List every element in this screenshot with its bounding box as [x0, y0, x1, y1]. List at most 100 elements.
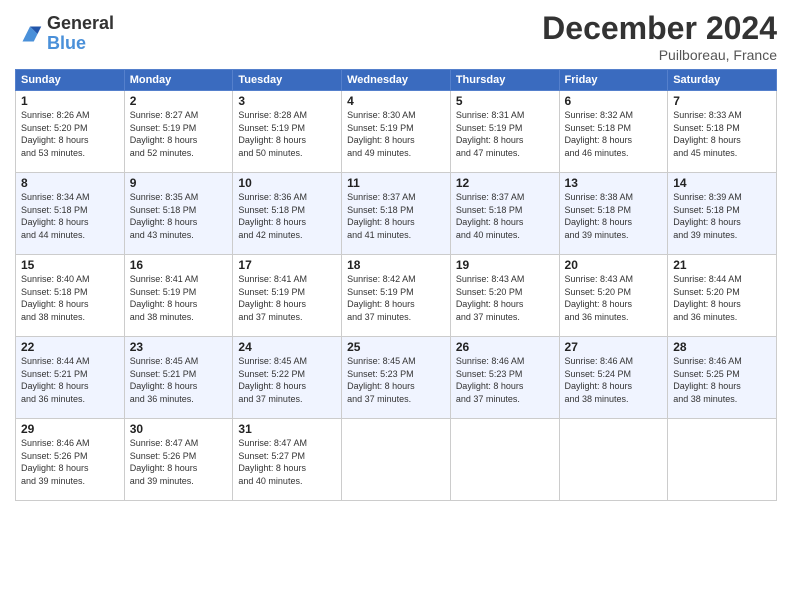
logo-line2: Blue: [47, 33, 86, 53]
calendar-day-cell: 23Sunrise: 8:45 AM Sunset: 5:21 PM Dayli…: [124, 337, 233, 419]
day-number: 3: [238, 94, 336, 108]
day-number: 18: [347, 258, 445, 272]
calendar-day-cell: 17Sunrise: 8:41 AM Sunset: 5:19 PM Dayli…: [233, 255, 342, 337]
day-number: 8: [21, 176, 119, 190]
day-number: 1: [21, 94, 119, 108]
calendar-day-cell: 24Sunrise: 8:45 AM Sunset: 5:22 PM Dayli…: [233, 337, 342, 419]
day-number: 7: [673, 94, 771, 108]
day-number: 20: [565, 258, 663, 272]
day-info: Sunrise: 8:46 AM Sunset: 5:25 PM Dayligh…: [673, 355, 771, 405]
calendar-day-cell: [342, 419, 451, 501]
calendar-day-cell: 20Sunrise: 8:43 AM Sunset: 5:20 PM Dayli…: [559, 255, 668, 337]
calendar-day-cell: 18Sunrise: 8:42 AM Sunset: 5:19 PM Dayli…: [342, 255, 451, 337]
day-number: 28: [673, 340, 771, 354]
day-info: Sunrise: 8:47 AM Sunset: 5:27 PM Dayligh…: [238, 437, 336, 487]
calendar-day-cell: 26Sunrise: 8:46 AM Sunset: 5:23 PM Dayli…: [450, 337, 559, 419]
day-number: 29: [21, 422, 119, 436]
day-info: Sunrise: 8:47 AM Sunset: 5:26 PM Dayligh…: [130, 437, 228, 487]
calendar-day-cell: 8Sunrise: 8:34 AM Sunset: 5:18 PM Daylig…: [16, 173, 125, 255]
day-info: Sunrise: 8:37 AM Sunset: 5:18 PM Dayligh…: [347, 191, 445, 241]
calendar-body: 1Sunrise: 8:26 AM Sunset: 5:20 PM Daylig…: [16, 91, 777, 501]
calendar-day-cell: 27Sunrise: 8:46 AM Sunset: 5:24 PM Dayli…: [559, 337, 668, 419]
day-info: Sunrise: 8:42 AM Sunset: 5:19 PM Dayligh…: [347, 273, 445, 323]
day-number: 19: [456, 258, 554, 272]
day-number: 31: [238, 422, 336, 436]
calendar-day-cell: 16Sunrise: 8:41 AM Sunset: 5:19 PM Dayli…: [124, 255, 233, 337]
calendar-day-cell: 4Sunrise: 8:30 AM Sunset: 5:19 PM Daylig…: [342, 91, 451, 173]
day-number: 22: [21, 340, 119, 354]
weekday-header-cell: Tuesday: [233, 70, 342, 91]
day-info: Sunrise: 8:31 AM Sunset: 5:19 PM Dayligh…: [456, 109, 554, 159]
day-number: 13: [565, 176, 663, 190]
calendar-day-cell: 30Sunrise: 8:47 AM Sunset: 5:26 PM Dayli…: [124, 419, 233, 501]
calendar-day-cell: 25Sunrise: 8:45 AM Sunset: 5:23 PM Dayli…: [342, 337, 451, 419]
weekday-header-cell: Saturday: [668, 70, 777, 91]
calendar-week-row: 8Sunrise: 8:34 AM Sunset: 5:18 PM Daylig…: [16, 173, 777, 255]
calendar-day-cell: 10Sunrise: 8:36 AM Sunset: 5:18 PM Dayli…: [233, 173, 342, 255]
calendar-day-cell: 29Sunrise: 8:46 AM Sunset: 5:26 PM Dayli…: [16, 419, 125, 501]
calendar-day-cell: 3Sunrise: 8:28 AM Sunset: 5:19 PM Daylig…: [233, 91, 342, 173]
day-info: Sunrise: 8:30 AM Sunset: 5:19 PM Dayligh…: [347, 109, 445, 159]
day-number: 21: [673, 258, 771, 272]
day-info: Sunrise: 8:41 AM Sunset: 5:19 PM Dayligh…: [238, 273, 336, 323]
day-info: Sunrise: 8:32 AM Sunset: 5:18 PM Dayligh…: [565, 109, 663, 159]
day-info: Sunrise: 8:45 AM Sunset: 5:21 PM Dayligh…: [130, 355, 228, 405]
calendar-day-cell: 6Sunrise: 8:32 AM Sunset: 5:18 PM Daylig…: [559, 91, 668, 173]
day-info: Sunrise: 8:46 AM Sunset: 5:24 PM Dayligh…: [565, 355, 663, 405]
day-info: Sunrise: 8:35 AM Sunset: 5:18 PM Dayligh…: [130, 191, 228, 241]
day-number: 26: [456, 340, 554, 354]
header: General Blue December 2024 Puilboreau, F…: [15, 10, 777, 63]
day-info: Sunrise: 8:46 AM Sunset: 5:23 PM Dayligh…: [456, 355, 554, 405]
day-number: 15: [21, 258, 119, 272]
calendar-day-cell: 2Sunrise: 8:27 AM Sunset: 5:19 PM Daylig…: [124, 91, 233, 173]
calendar-day-cell: 14Sunrise: 8:39 AM Sunset: 5:18 PM Dayli…: [668, 173, 777, 255]
weekday-header-cell: Sunday: [16, 70, 125, 91]
title-block: December 2024 Puilboreau, France: [542, 10, 777, 63]
calendar-week-row: 15Sunrise: 8:40 AM Sunset: 5:18 PM Dayli…: [16, 255, 777, 337]
day-info: Sunrise: 8:27 AM Sunset: 5:19 PM Dayligh…: [130, 109, 228, 159]
calendar-day-cell: 13Sunrise: 8:38 AM Sunset: 5:18 PM Dayli…: [559, 173, 668, 255]
day-number: 24: [238, 340, 336, 354]
calendar-day-cell: 28Sunrise: 8:46 AM Sunset: 5:25 PM Dayli…: [668, 337, 777, 419]
day-info: Sunrise: 8:36 AM Sunset: 5:18 PM Dayligh…: [238, 191, 336, 241]
day-info: Sunrise: 8:39 AM Sunset: 5:18 PM Dayligh…: [673, 191, 771, 241]
day-number: 6: [565, 94, 663, 108]
calendar-day-cell: 7Sunrise: 8:33 AM Sunset: 5:18 PM Daylig…: [668, 91, 777, 173]
day-number: 12: [456, 176, 554, 190]
calendar-day-cell: [450, 419, 559, 501]
logo-icon: [15, 19, 45, 49]
day-number: 16: [130, 258, 228, 272]
day-info: Sunrise: 8:43 AM Sunset: 5:20 PM Dayligh…: [565, 273, 663, 323]
day-number: 27: [565, 340, 663, 354]
calendar-day-cell: 15Sunrise: 8:40 AM Sunset: 5:18 PM Dayli…: [16, 255, 125, 337]
day-number: 11: [347, 176, 445, 190]
day-info: Sunrise: 8:33 AM Sunset: 5:18 PM Dayligh…: [673, 109, 771, 159]
day-number: 2: [130, 94, 228, 108]
calendar-day-cell: 12Sunrise: 8:37 AM Sunset: 5:18 PM Dayli…: [450, 173, 559, 255]
month-title: December 2024: [542, 10, 777, 47]
calendar-day-cell: 19Sunrise: 8:43 AM Sunset: 5:20 PM Dayli…: [450, 255, 559, 337]
day-info: Sunrise: 8:37 AM Sunset: 5:18 PM Dayligh…: [456, 191, 554, 241]
calendar-day-cell: 22Sunrise: 8:44 AM Sunset: 5:21 PM Dayli…: [16, 337, 125, 419]
weekday-header-cell: Wednesday: [342, 70, 451, 91]
day-info: Sunrise: 8:34 AM Sunset: 5:18 PM Dayligh…: [21, 191, 119, 241]
day-number: 23: [130, 340, 228, 354]
calendar-day-cell: 9Sunrise: 8:35 AM Sunset: 5:18 PM Daylig…: [124, 173, 233, 255]
calendar-week-row: 1Sunrise: 8:26 AM Sunset: 5:20 PM Daylig…: [16, 91, 777, 173]
day-info: Sunrise: 8:26 AM Sunset: 5:20 PM Dayligh…: [21, 109, 119, 159]
day-number: 25: [347, 340, 445, 354]
day-info: Sunrise: 8:44 AM Sunset: 5:21 PM Dayligh…: [21, 355, 119, 405]
logo-line1: General: [47, 13, 114, 33]
weekday-header-cell: Monday: [124, 70, 233, 91]
day-number: 10: [238, 176, 336, 190]
page-container: General Blue December 2024 Puilboreau, F…: [0, 0, 792, 511]
calendar-day-cell: 11Sunrise: 8:37 AM Sunset: 5:18 PM Dayli…: [342, 173, 451, 255]
day-info: Sunrise: 8:40 AM Sunset: 5:18 PM Dayligh…: [21, 273, 119, 323]
logo-text: General Blue: [47, 14, 114, 54]
day-info: Sunrise: 8:45 AM Sunset: 5:23 PM Dayligh…: [347, 355, 445, 405]
logo: General Blue: [15, 14, 114, 54]
calendar-day-cell: [668, 419, 777, 501]
calendar-day-cell: [559, 419, 668, 501]
day-info: Sunrise: 8:44 AM Sunset: 5:20 PM Dayligh…: [673, 273, 771, 323]
day-info: Sunrise: 8:43 AM Sunset: 5:20 PM Dayligh…: [456, 273, 554, 323]
